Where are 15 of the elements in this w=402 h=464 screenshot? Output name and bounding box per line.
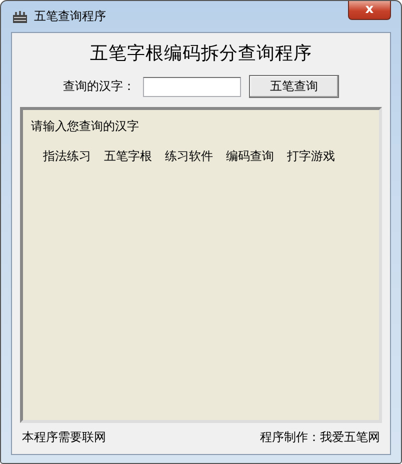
nav-link[interactable]: 打字游戏 bbox=[287, 148, 335, 165]
nav-link[interactable]: 指法练习 bbox=[43, 148, 91, 165]
app-icon bbox=[12, 10, 28, 24]
search-button[interactable]: 五笔查询 bbox=[249, 75, 339, 98]
search-label: 查询的汉字： bbox=[63, 78, 135, 95]
nav-link[interactable]: 编码查询 bbox=[226, 148, 274, 165]
status-text: 本程序需要联网 bbox=[22, 429, 106, 446]
app-heading: 五笔字根编码拆分查询程序 bbox=[89, 42, 313, 65]
credit-text: 程序制作：我爱五笔网 bbox=[260, 429, 380, 446]
window-title: 五笔查询程序 bbox=[34, 8, 106, 25]
close-button[interactable]: x bbox=[348, 1, 391, 20]
prompt-text: 请输入您查询的汉字 bbox=[31, 118, 140, 135]
input-field[interactable] bbox=[143, 76, 241, 96]
nav-link[interactable]: 五笔字根 bbox=[104, 148, 152, 165]
nav-link[interactable]: 练习软件 bbox=[165, 148, 213, 165]
